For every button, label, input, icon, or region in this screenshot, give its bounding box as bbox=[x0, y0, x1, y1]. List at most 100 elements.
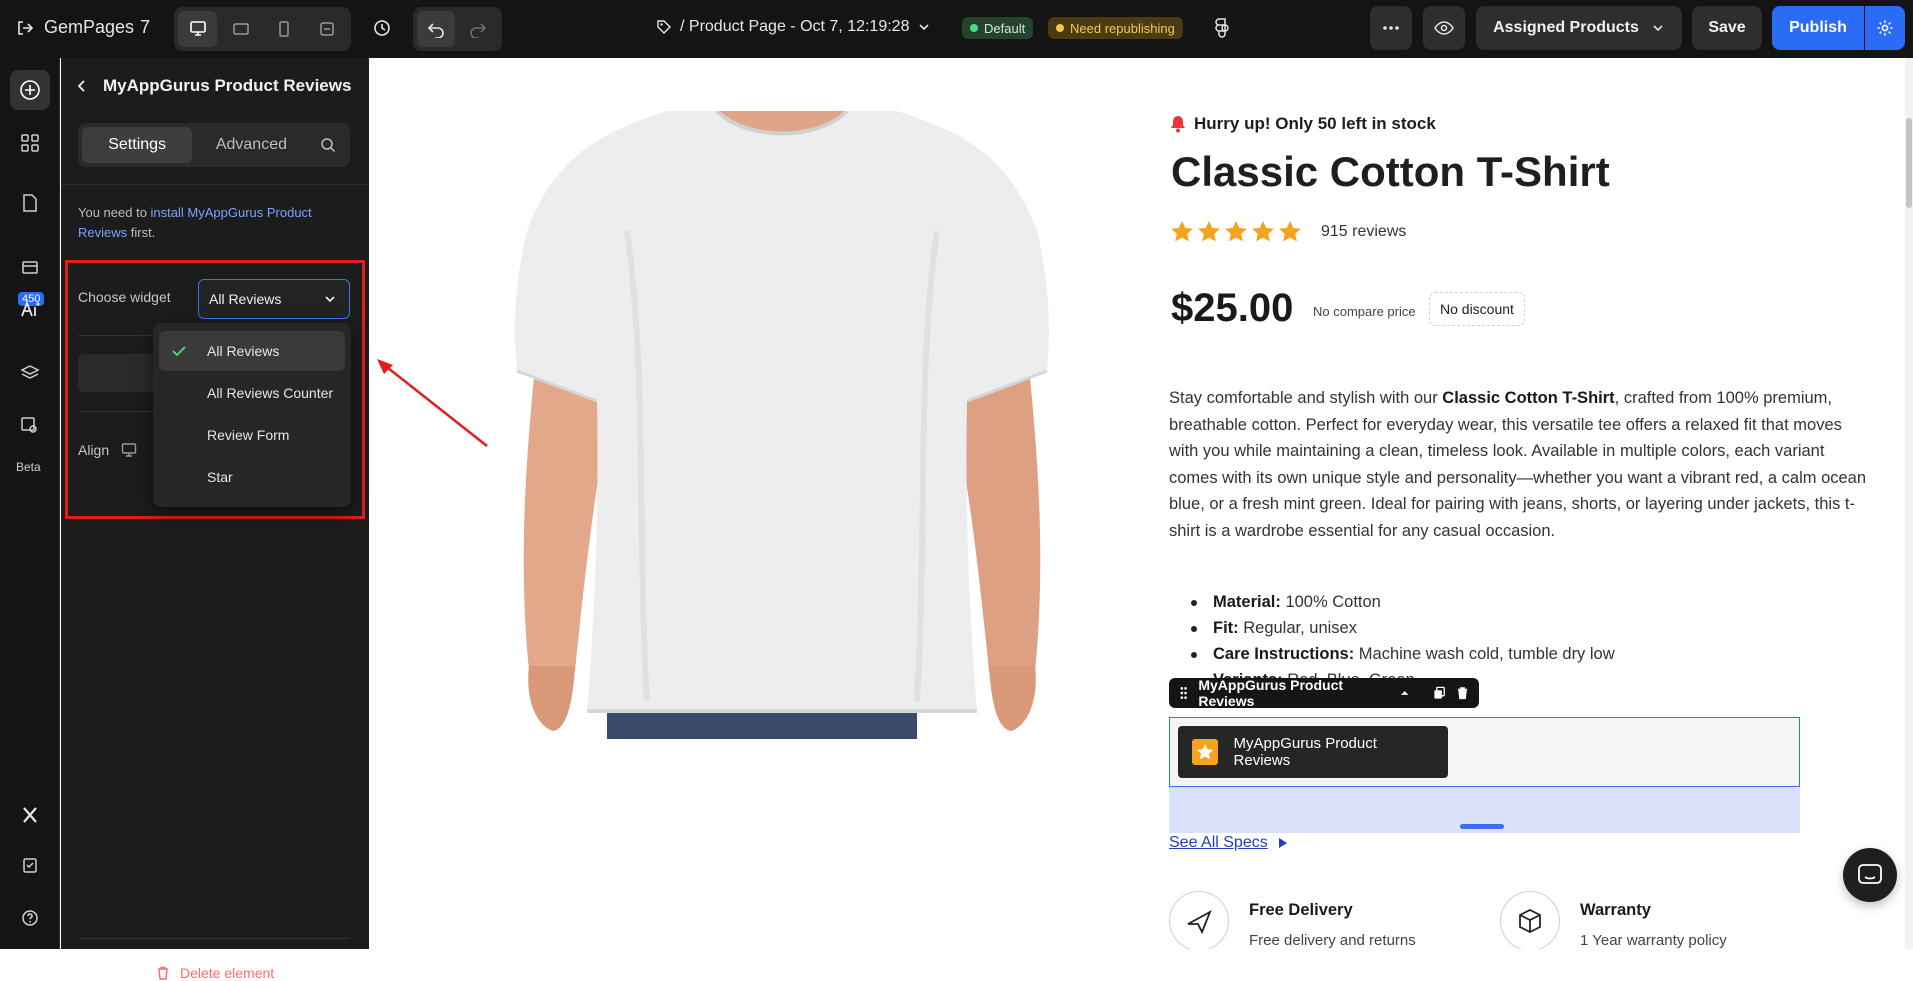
duplicate-icon[interactable] bbox=[1433, 686, 1446, 700]
undo-button[interactable] bbox=[417, 11, 455, 47]
element-name[interactable]: MyAppGurus Product Reviews bbox=[1198, 677, 1389, 709]
layers-icon bbox=[20, 365, 40, 379]
save-label: Save bbox=[1708, 19, 1746, 36]
widget-dropdown-menu: All Reviews All Reviews Counter Review F… bbox=[153, 323, 351, 507]
inspect-button[interactable] bbox=[10, 406, 50, 446]
dropdown-option-all-reviews[interactable]: All Reviews bbox=[159, 331, 345, 371]
chevron-down-icon bbox=[325, 296, 335, 303]
plus-circle-icon bbox=[20, 80, 40, 100]
redo-button[interactable] bbox=[459, 11, 497, 47]
more-icon bbox=[1383, 26, 1399, 30]
save-button[interactable]: Save bbox=[1692, 6, 1762, 50]
divider bbox=[61, 184, 369, 185]
eye-icon bbox=[1434, 21, 1454, 35]
responsive-icon bbox=[320, 22, 335, 36]
assigned-products-label: Assigned Products bbox=[1493, 19, 1639, 36]
search-button[interactable] bbox=[311, 127, 346, 163]
list-item: Fit: Regular, unisex bbox=[1191, 615, 1615, 641]
scroll-thumb[interactable] bbox=[1906, 118, 1912, 208]
search-icon bbox=[321, 138, 336, 153]
publish-label: Publish bbox=[1789, 19, 1847, 36]
more-options-button[interactable] bbox=[1370, 6, 1412, 50]
republish-badge: Need republishing bbox=[1048, 17, 1183, 39]
product-image[interactable] bbox=[507, 111, 1057, 739]
undo-redo-group bbox=[413, 7, 502, 51]
back-chevron-icon[interactable] bbox=[75, 79, 89, 93]
sections-button[interactable] bbox=[10, 123, 50, 163]
option-label: Review Form bbox=[207, 427, 290, 443]
ai-button[interactable] bbox=[10, 290, 50, 330]
chevron-down-icon bbox=[1653, 25, 1663, 32]
resize-handle[interactable] bbox=[1460, 824, 1504, 829]
option-label: Star bbox=[207, 469, 233, 485]
mobile-view-button[interactable] bbox=[265, 11, 304, 47]
bell-icon bbox=[1171, 116, 1185, 133]
integrations-button[interactable] bbox=[10, 795, 50, 835]
app-star-icon bbox=[1192, 739, 1218, 765]
tablet-landscape-button[interactable] bbox=[221, 11, 260, 47]
feature-title: Free Delivery bbox=[1249, 901, 1353, 919]
dropdown-option-all-reviews-counter[interactable]: All Reviews Counter bbox=[159, 373, 345, 413]
widget-label: MyAppGurus Product Reviews bbox=[1233, 735, 1377, 769]
grid-icon bbox=[21, 134, 39, 152]
dropdown-option-review-form[interactable]: Review Form bbox=[159, 415, 345, 455]
help-button[interactable] bbox=[10, 898, 50, 938]
spec-value: Machine wash cold, tumble dry low bbox=[1354, 645, 1615, 663]
chat-support-button[interactable] bbox=[1843, 848, 1897, 902]
preview-button[interactable] bbox=[1423, 6, 1465, 50]
page-title: / Product Page - Oct 7, 12:19:28 bbox=[680, 18, 910, 35]
x-logo-icon bbox=[23, 807, 37, 823]
list-item: Material: 100% Cotton bbox=[1191, 589, 1615, 615]
status-dot bbox=[1056, 24, 1064, 32]
spec-key: Fit: bbox=[1213, 619, 1239, 637]
choose-widget-select[interactable]: All Reviews bbox=[198, 279, 350, 319]
publish-settings-button[interactable] bbox=[1865, 6, 1905, 50]
undo-icon bbox=[427, 23, 444, 38]
description-bold: Classic Cotton T-Shirt bbox=[1442, 389, 1615, 407]
pages-button[interactable] bbox=[10, 183, 50, 223]
redo-icon bbox=[470, 23, 487, 38]
help-icon bbox=[22, 910, 38, 926]
exit-editor-button[interactable]: GemPages 7 bbox=[16, 17, 150, 38]
delete-element-button[interactable]: Delete element bbox=[156, 965, 274, 981]
canvas-scrollbar[interactable] bbox=[1905, 58, 1913, 949]
star-icon bbox=[1171, 221, 1193, 242]
list-item: Care Instructions: Machine wash cold, tu… bbox=[1191, 641, 1615, 667]
clipboard-icon bbox=[23, 858, 37, 873]
divider bbox=[78, 938, 349, 939]
box-icon bbox=[1500, 891, 1560, 949]
install-button[interactable] bbox=[78, 354, 158, 392]
add-element-button[interactable] bbox=[10, 70, 50, 110]
dropdown-option-star[interactable]: Star bbox=[159, 457, 345, 497]
tab-settings[interactable]: Settings bbox=[82, 127, 193, 163]
layers-button[interactable] bbox=[10, 354, 50, 394]
desktop-icon bbox=[189, 21, 206, 36]
chat-icon bbox=[1858, 864, 1882, 884]
history-button[interactable] bbox=[362, 8, 402, 48]
stock-text: Hurry up! Only 50 left in stock bbox=[1194, 114, 1436, 133]
responsive-view-button[interactable] bbox=[308, 11, 347, 47]
spec-value: Regular, unisex bbox=[1238, 619, 1357, 637]
tab-advanced[interactable]: Advanced bbox=[196, 127, 306, 163]
check-icon bbox=[171, 343, 193, 359]
install-notice: You need to install MyAppGurus Product R… bbox=[78, 203, 348, 243]
see-all-specs-link[interactable]: See All Specs bbox=[1169, 834, 1288, 852]
checklist-button[interactable] bbox=[10, 845, 50, 885]
desktop-view-button[interactable] bbox=[178, 11, 218, 47]
publish-button[interactable]: Publish bbox=[1772, 6, 1864, 50]
delete-label: Delete element bbox=[180, 965, 275, 981]
reviews-widget-block[interactable]: MyAppGurus Product Reviews bbox=[1169, 717, 1800, 787]
chevron-down-icon bbox=[919, 24, 930, 31]
star-icon bbox=[1252, 221, 1274, 242]
feature-warranty: Warranty 1 Year warranty policy bbox=[1500, 891, 1727, 949]
assigned-products-button[interactable]: Assigned Products bbox=[1476, 6, 1682, 50]
figma-button[interactable] bbox=[1202, 8, 1242, 48]
page-title-selector[interactable]: / Product Page - Oct 7, 12:19:28 bbox=[656, 18, 931, 36]
caret-up-icon[interactable] bbox=[1400, 688, 1409, 698]
store-button[interactable] bbox=[10, 246, 50, 286]
trash-icon[interactable] bbox=[1456, 686, 1469, 700]
compare-price: No compare price bbox=[1313, 304, 1416, 319]
align-label: Align bbox=[78, 442, 110, 458]
product-rating: 915 reviews bbox=[1170, 220, 1406, 243]
drag-handle-icon[interactable] bbox=[1179, 685, 1188, 701]
